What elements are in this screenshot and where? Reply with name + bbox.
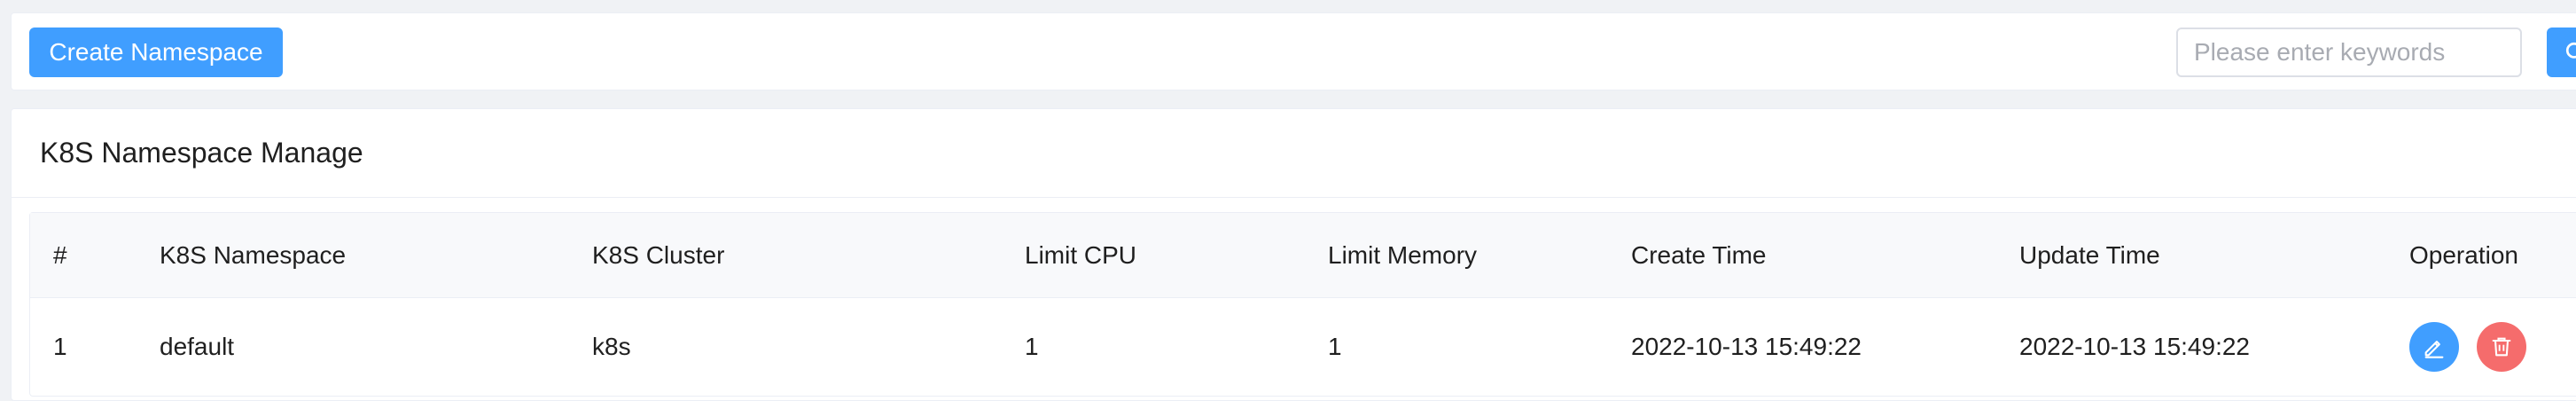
column-header-limit-cpu: Limit CPU [1025,240,1137,269]
row-namespace: default [160,333,235,360]
namespace-card: K8S Namespace Manage # K8S Namespace K8S… [11,108,2576,401]
row-limit-memory: 1 [1328,333,1342,360]
row-index: 1 [53,333,67,360]
column-header-index: # [53,240,67,269]
search-input[interactable] [2176,28,2522,77]
edit-button[interactable] [2409,322,2459,372]
row-operations [2409,298,2544,396]
search-icon [2565,42,2576,59]
column-header-limit-memory: Limit Memory [1328,240,1478,269]
table-row: 1 default k8s 1 1 2022-10-13 15:49:22 20… [30,298,2576,396]
column-header-cluster: K8S Cluster [592,240,725,269]
search-button[interactable] [2547,28,2576,77]
row-cluster: k8s [592,333,631,360]
edit-icon [2424,341,2444,358]
row-create-time: 2022-10-13 15:49:22 [1631,333,1862,360]
trash-icon [2492,337,2511,357]
table-header: # K8S Namespace K8S Cluster Limit CPU Li… [30,213,2576,298]
delete-button[interactable] [2477,322,2526,372]
row-update-time: 2022-10-13 15:49:22 [2019,333,2250,360]
column-header-namespace: K8S Namespace [160,240,347,269]
row-limit-cpu: 1 [1025,333,1039,360]
column-header-operation: Operation [2409,240,2518,269]
namespace-table: # K8S Namespace K8S Cluster Limit CPU Li… [29,212,2576,397]
toolbar: Create Namespace [11,12,2576,90]
column-header-create-time: Create Time [1631,240,1767,269]
card-header: K8S Namespace Manage [12,109,2576,198]
card-title: K8S Namespace Manage [40,137,363,169]
column-header-update-time: Update Time [2019,240,2160,269]
create-namespace-button[interactable]: Create Namespace [29,28,283,77]
